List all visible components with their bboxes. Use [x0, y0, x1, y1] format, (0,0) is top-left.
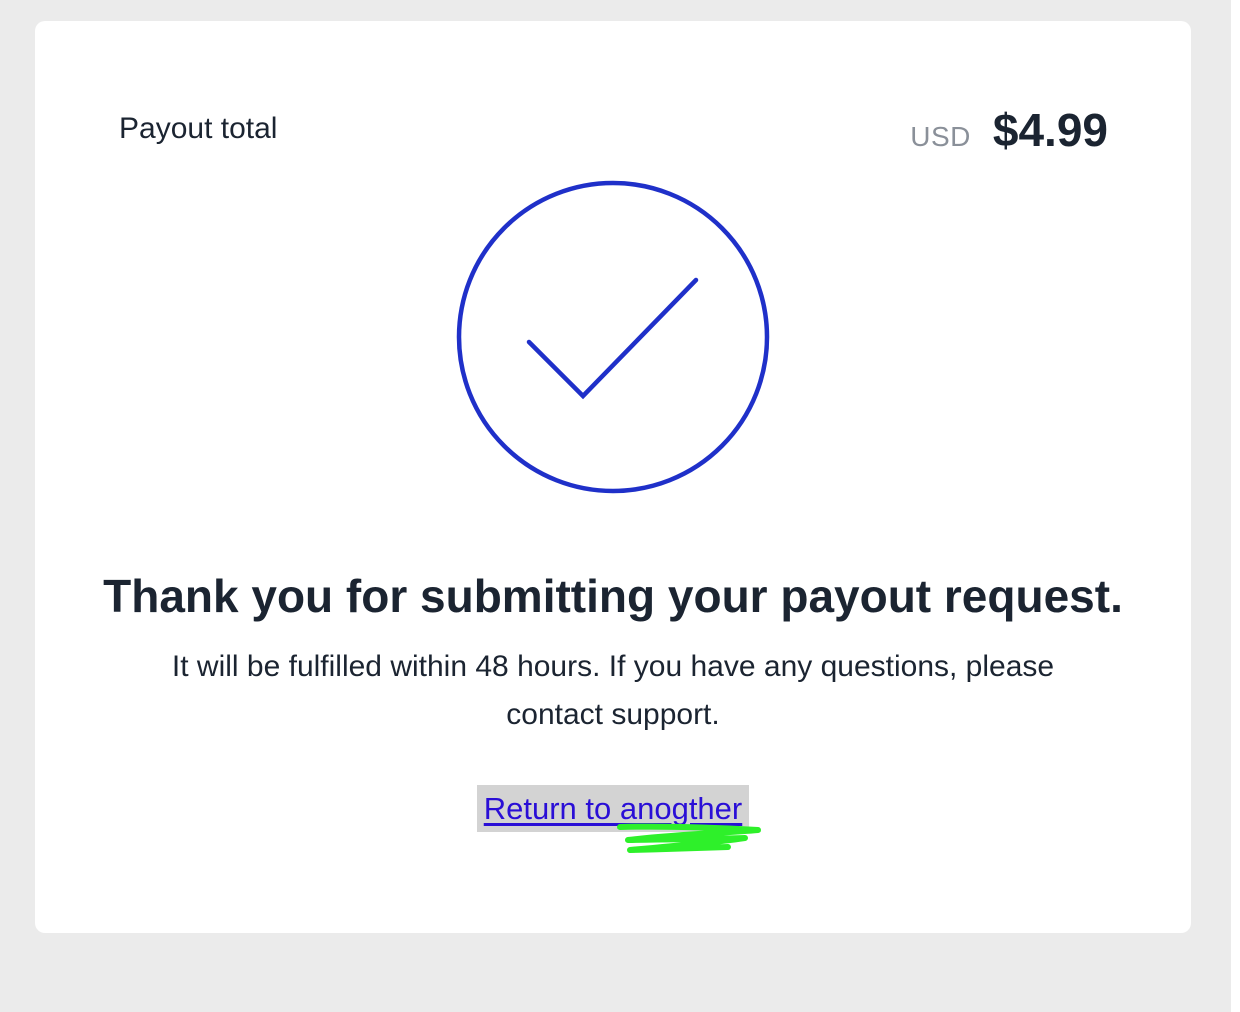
check-circle-icon [456, 180, 770, 494]
confirmation-message: It will be fulfilled within 48 hours. If… [171, 650, 1055, 731]
payout-total-label: Payout total [119, 112, 278, 145]
page-edge-strip [1231, 0, 1240, 1012]
payout-amount: $4.99 [992, 104, 1108, 156]
payout-confirmation-card: Payout total USD $4.99 Thank you for sub… [35, 21, 1191, 933]
payout-amount-group: USD $4.99 [910, 103, 1108, 157]
return-link[interactable]: Return to anogther [477, 785, 749, 832]
currency-code: USD [910, 121, 971, 152]
confirmation-heading: Thank you for submitting your payout req… [103, 570, 1123, 622]
